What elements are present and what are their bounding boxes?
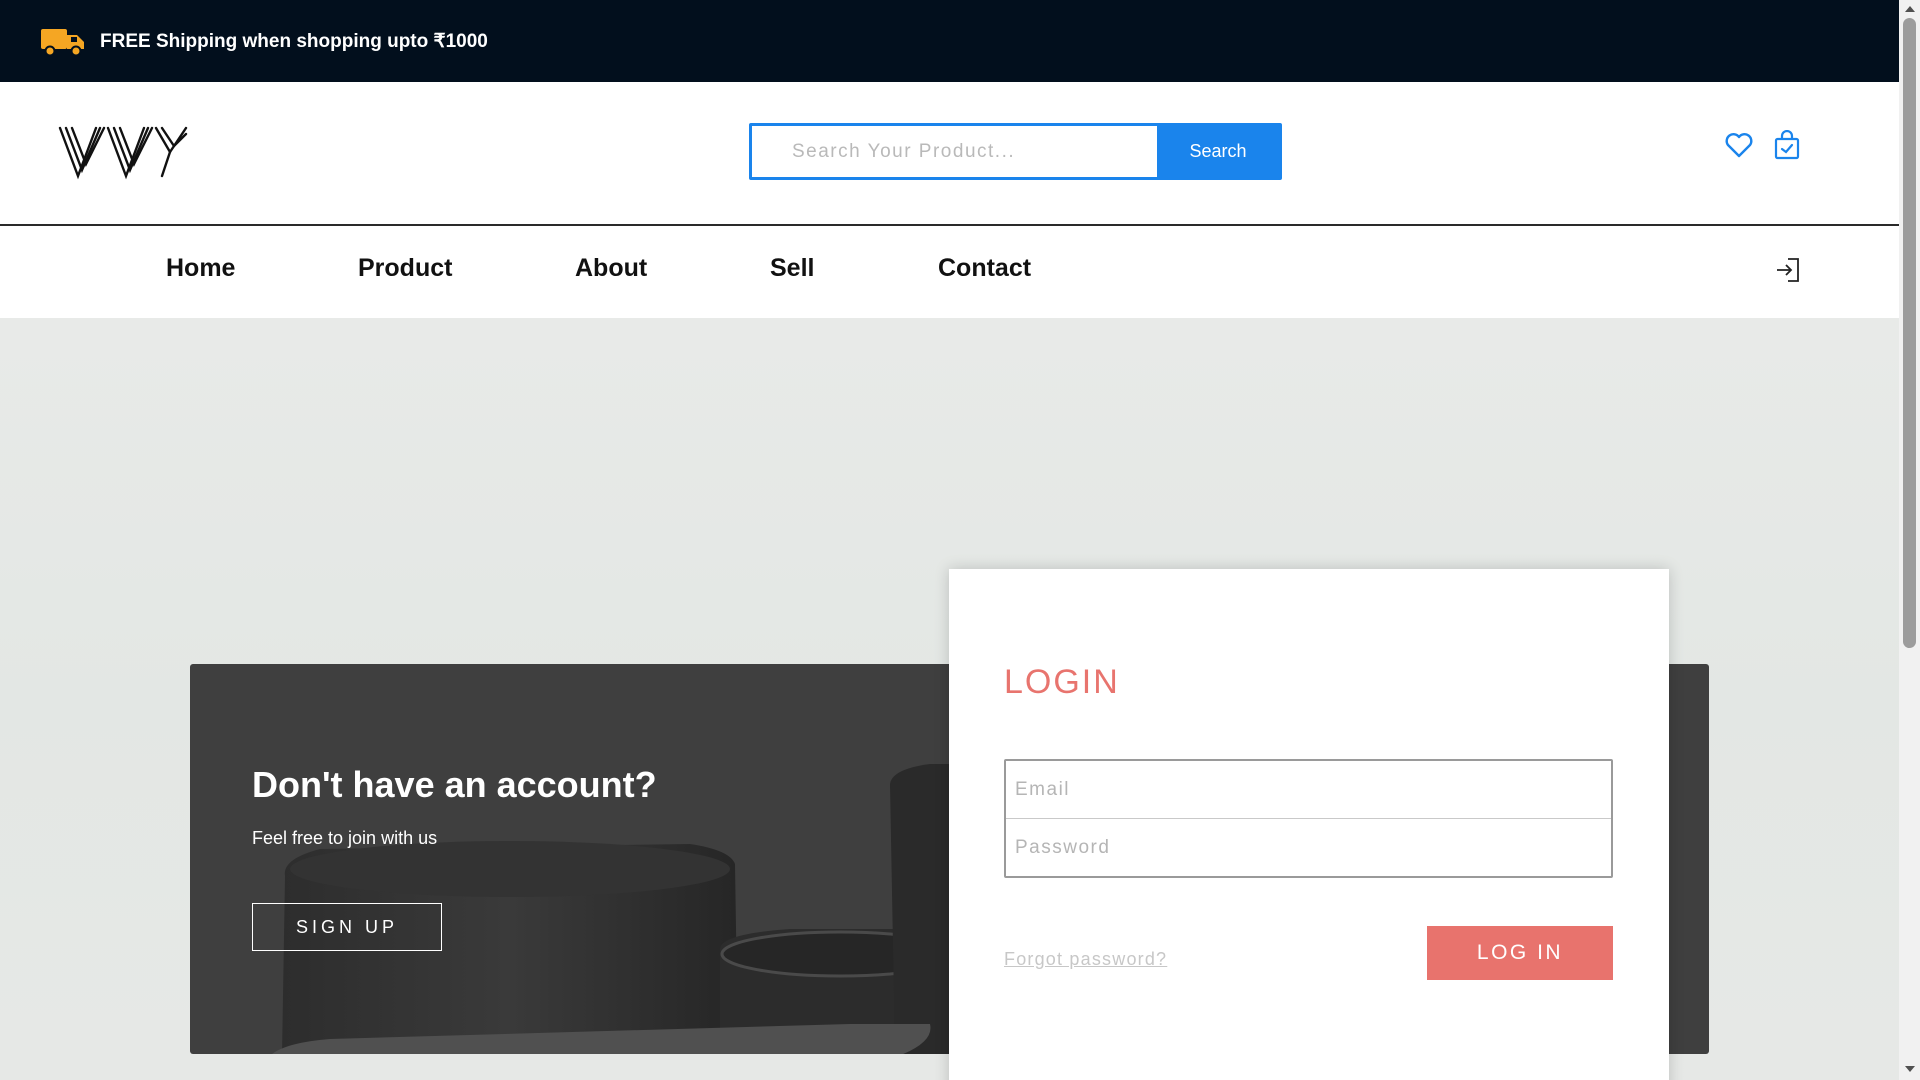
header: Search [0,82,1899,226]
shopping-bag-icon[interactable] [1772,130,1802,160]
scroll-down-arrow-icon[interactable] [1905,1066,1915,1072]
promo-bar: FREE Shipping when shopping upto ₹1000 [0,0,1899,82]
login-button[interactable]: LOG IN [1427,926,1613,980]
nav-item-home[interactable]: Home [166,254,235,283]
search-bar: Search [749,123,1282,180]
nav-item-about[interactable]: About [575,254,647,283]
main-nav: Home Product About Sell Contact [0,226,1899,318]
scroll-up-arrow-icon[interactable] [1905,6,1915,12]
scrollbar-thumb[interactable] [1903,18,1916,648]
forgot-password-link[interactable]: Forgot password? [1004,949,1167,970]
search-button[interactable]: Search [1157,126,1279,177]
page-scrollbar[interactable] [1899,0,1920,1080]
signup-button[interactable]: SIGN UP [252,903,442,951]
signup-subtitle: Feel free to join with us [252,828,438,848]
search-input[interactable] [752,126,1157,177]
email-field[interactable] [1006,761,1611,818]
nav-item-product[interactable]: Product [358,254,452,283]
brand-logo[interactable] [56,124,190,180]
promo-text: FREE Shipping when shopping upto ₹1000 [100,30,488,52]
truck-icon [41,29,84,57]
sign-in-icon[interactable] [1774,256,1802,284]
signup-heading: Don't have an account? [252,764,657,805]
login-fields [1004,759,1613,878]
heart-icon[interactable] [1724,130,1754,160]
password-field[interactable] [1006,819,1611,876]
hero-section: Don't have an account? Feel free to join… [0,318,1899,1080]
login-heading: LOGIN [1004,663,1120,701]
nav-item-sell[interactable]: Sell [770,254,814,283]
login-card: LOGIN Forgot password? LOG IN [949,569,1669,1080]
nav-item-contact[interactable]: Contact [938,254,1031,283]
